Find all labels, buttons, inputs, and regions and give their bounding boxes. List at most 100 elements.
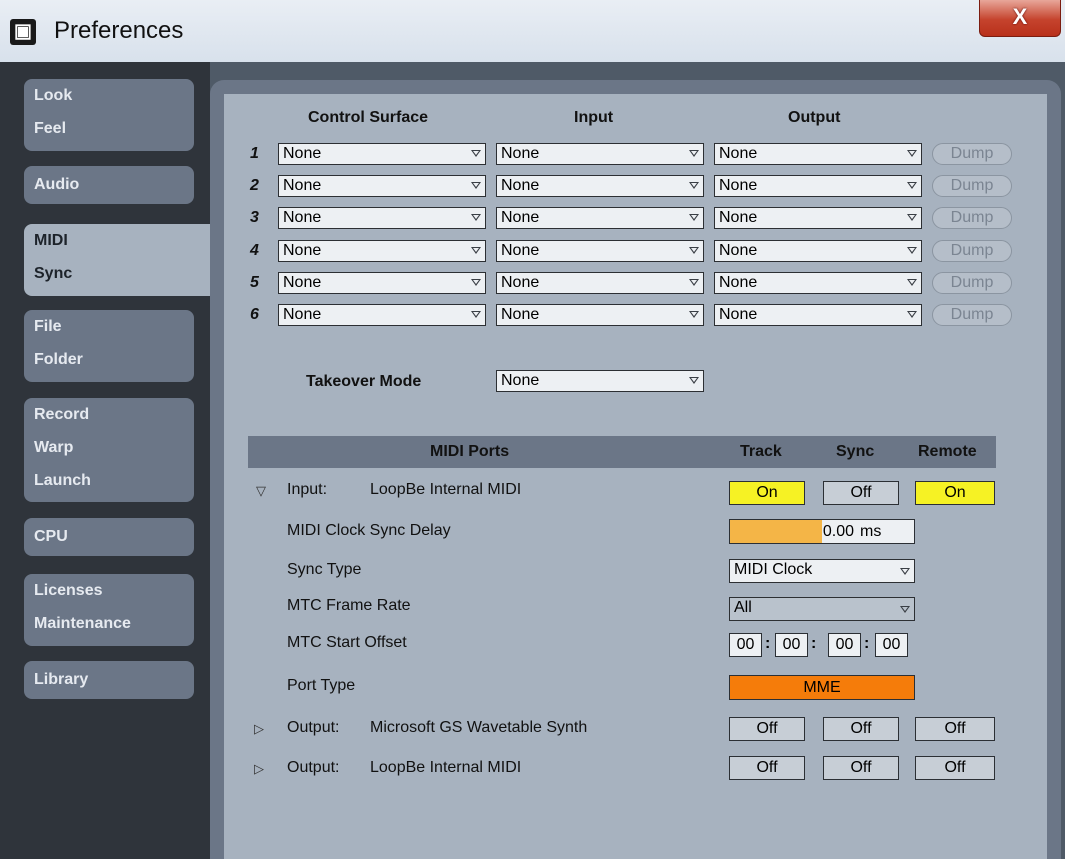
output-remote-toggle[interactable]: Off bbox=[915, 717, 995, 741]
input-dropdown[interactable]: None bbox=[496, 143, 704, 165]
control-surface-dropdown[interactable]: None bbox=[278, 304, 486, 326]
dropdown-arrow-icon bbox=[471, 311, 481, 318]
input-dropdown[interactable]: None bbox=[496, 207, 704, 229]
dropdown-arrow-icon bbox=[471, 214, 481, 221]
output-dropdown[interactable]: None bbox=[714, 207, 922, 229]
output-remote-toggle[interactable]: Off bbox=[915, 756, 995, 780]
timecode-separator: : bbox=[811, 635, 817, 652]
tab-licenses-maintenance[interactable]: Licenses Maintenance bbox=[24, 574, 194, 646]
tab-label: Audio bbox=[34, 176, 80, 193]
control-surface-dropdown[interactable]: None bbox=[278, 175, 486, 197]
tab-cpu[interactable]: CPU bbox=[24, 518, 194, 556]
output-dropdown[interactable]: None bbox=[714, 272, 922, 294]
mtc-frame-rate-label: MTC Frame Rate bbox=[287, 597, 411, 614]
mtc-seconds-field[interactable]: 00 bbox=[828, 633, 861, 657]
dump-button[interactable]: Dump bbox=[932, 240, 1012, 262]
input-remote-toggle[interactable]: On bbox=[915, 481, 995, 505]
tab-library[interactable]: Library bbox=[24, 661, 194, 699]
dropdown-arrow-icon bbox=[907, 247, 917, 254]
dump-button[interactable]: Dump bbox=[932, 143, 1012, 165]
control-surface-dropdown[interactable]: None bbox=[278, 272, 486, 294]
output-dropdown[interactable]: None bbox=[714, 240, 922, 262]
tab-audio[interactable]: Audio bbox=[24, 166, 194, 204]
control-surface-dropdown[interactable]: None bbox=[278, 240, 486, 262]
control-surface-dropdown[interactable]: None bbox=[278, 143, 486, 165]
expanded-triangle-icon[interactable]: ▽ bbox=[256, 484, 266, 499]
dump-button[interactable]: Dump bbox=[932, 272, 1012, 294]
output-value: None bbox=[719, 242, 758, 259]
port-type-label: Port Type bbox=[287, 677, 356, 694]
dump-button[interactable]: Dump bbox=[932, 304, 1012, 326]
output-track-toggle[interactable]: Off bbox=[729, 717, 805, 741]
dropdown-arrow-icon bbox=[907, 214, 917, 221]
collapsed-triangle-icon[interactable]: ▷ bbox=[254, 722, 264, 737]
tab-look-feel[interactable]: Look Feel bbox=[24, 79, 194, 151]
dump-button[interactable]: Dump bbox=[932, 207, 1012, 229]
output-sync-toggle[interactable]: Off bbox=[823, 717, 899, 741]
sync-column-header: Sync bbox=[836, 443, 875, 460]
control-surface-value: None bbox=[283, 145, 322, 162]
tab-record-warp-launch[interactable]: Record Warp Launch bbox=[24, 398, 194, 502]
track-column-header: Track bbox=[740, 443, 782, 460]
sidebar: Look Feel Audio MIDI Sync File Folder Re… bbox=[0, 62, 224, 859]
input-value: None bbox=[501, 177, 540, 194]
port-type-field[interactable]: MME bbox=[729, 675, 915, 700]
input-track-toggle[interactable]: On bbox=[729, 481, 805, 505]
dropdown-arrow-icon bbox=[689, 377, 699, 384]
mtc-frames-field[interactable]: 00 bbox=[875, 633, 908, 657]
dump-button[interactable]: Dump bbox=[932, 175, 1012, 197]
input-dropdown[interactable]: None bbox=[496, 304, 704, 326]
output-value: None bbox=[719, 306, 758, 323]
input-dropdown[interactable]: None bbox=[496, 240, 704, 262]
dropdown-arrow-icon bbox=[689, 311, 699, 318]
tab-file-folder[interactable]: File Folder bbox=[24, 310, 194, 382]
remote-column-header: Remote bbox=[918, 443, 977, 460]
tab-midi-sync[interactable]: MIDI Sync bbox=[24, 224, 224, 296]
takeover-mode-dropdown[interactable]: None bbox=[496, 370, 704, 392]
control-surface-value: None bbox=[283, 209, 322, 226]
clock-sync-delay-field[interactable]: 0.00 ms bbox=[729, 519, 915, 544]
input-port-prefix: Input: bbox=[287, 481, 328, 498]
input-sync-toggle[interactable]: Off bbox=[823, 481, 899, 505]
output-dropdown[interactable]: None bbox=[714, 175, 922, 197]
input-dropdown[interactable]: None bbox=[496, 175, 704, 197]
surface-row-number: 6 bbox=[250, 306, 259, 323]
clock-sync-delay-label: MIDI Clock Sync Delay bbox=[287, 522, 451, 539]
surface-row-number: 2 bbox=[250, 177, 259, 194]
dropdown-arrow-icon bbox=[689, 279, 699, 286]
tab-label: Maintenance bbox=[34, 615, 131, 632]
tab-label: Library bbox=[34, 671, 89, 688]
mtc-minutes-field[interactable]: 00 bbox=[775, 633, 808, 657]
timecode-separator: : bbox=[864, 635, 870, 652]
tab-label: Warp bbox=[34, 439, 74, 456]
sync-type-value: MIDI Clock bbox=[734, 561, 813, 578]
mtc-hours-field[interactable]: 00 bbox=[729, 633, 762, 657]
tab-label: Launch bbox=[34, 472, 91, 489]
output-port-prefix: Output: bbox=[287, 719, 340, 736]
output-dropdown[interactable]: None bbox=[714, 304, 922, 326]
dropdown-arrow-icon bbox=[907, 311, 917, 318]
output-dropdown[interactable]: None bbox=[714, 143, 922, 165]
output-port-name: Microsoft GS Wavetable Synth bbox=[370, 719, 588, 736]
dropdown-arrow-icon bbox=[689, 247, 699, 254]
dropdown-arrow-icon bbox=[907, 182, 917, 189]
app-logo-icon: ▣ bbox=[10, 19, 36, 45]
dropdown-arrow-icon bbox=[907, 150, 917, 157]
control-surface-dropdown[interactable]: None bbox=[278, 207, 486, 229]
close-button[interactable]: X bbox=[979, 0, 1061, 37]
output-sync-toggle[interactable]: Off bbox=[823, 756, 899, 780]
collapsed-triangle-icon[interactable]: ▷ bbox=[254, 762, 264, 777]
mtc-frame-rate-dropdown[interactable]: All bbox=[729, 597, 915, 621]
tab-label: Folder bbox=[34, 351, 83, 368]
dropdown-arrow-icon bbox=[471, 150, 481, 157]
output-header: Output bbox=[788, 109, 841, 126]
sync-type-dropdown[interactable]: MIDI Clock bbox=[729, 559, 915, 583]
takeover-mode-value: None bbox=[501, 372, 540, 389]
dropdown-arrow-icon bbox=[471, 247, 481, 254]
output-track-toggle[interactable]: Off bbox=[729, 756, 805, 780]
input-dropdown[interactable]: None bbox=[496, 272, 704, 294]
timecode-separator: : bbox=[765, 635, 771, 652]
takeover-mode-label: Takeover Mode bbox=[306, 373, 422, 390]
delay-value: 0.00 bbox=[822, 523, 854, 540]
dropdown-arrow-icon bbox=[900, 568, 910, 575]
